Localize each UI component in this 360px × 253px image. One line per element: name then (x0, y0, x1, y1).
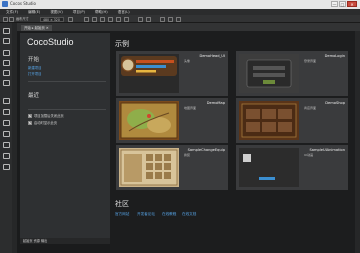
distribute-h-icon[interactable] (138, 16, 143, 22)
community-link-docs[interactable]: 在线文档 (182, 212, 196, 217)
check-icon: ✓ (28, 120, 32, 125)
head-ui-thumbnail-icon (121, 56, 177, 76)
title-bar: Cocos Studio — □ ✕ (0, 0, 360, 9)
example-name: DemoLogin (324, 54, 345, 58)
align-left-icon[interactable] (84, 16, 89, 22)
example-name: SampleUIAnimation (309, 148, 346, 152)
distribute-v-icon[interactable] (146, 16, 151, 22)
text-icon[interactable] (3, 98, 10, 104)
example-card[interactable]: SampleChangeEquip 换装 (116, 145, 228, 190)
divider (28, 81, 106, 82)
align-top-icon[interactable] (108, 16, 113, 22)
example-thumbnail (119, 54, 179, 93)
undo-icon[interactable] (68, 16, 73, 22)
show-on-start-checkbox[interactable]: ✓ 启动时显示此页 (28, 120, 57, 125)
login-thumbnail-icon (246, 59, 292, 88)
examples-area: 示例 DemoHead_UI 头像 DemoLogin 登录界面 DemoMap… (110, 31, 360, 253)
window-title: Cocos Studio (10, 1, 36, 6)
publish-icon[interactable] (168, 16, 173, 22)
example-thumbnail (239, 54, 299, 93)
example-card[interactable]: SampleUIAnimation UI动画 (236, 145, 348, 190)
change-equip-thumbnail-icon (120, 149, 178, 186)
grid-icon[interactable] (3, 142, 10, 148)
new-file-icon[interactable] (3, 16, 8, 22)
resolution-value: 480 × 320 (43, 17, 60, 22)
example-card[interactable]: DemoShop 商店界面 (236, 98, 348, 143)
strip-tab[interactable] (12, 23, 17, 253)
shop-thumbnail-icon (241, 103, 297, 138)
close-after-load-checkbox[interactable]: ✓ 项目加载后关闭此页 (28, 113, 64, 118)
left-tool-strip (0, 23, 17, 253)
app-icon (2, 1, 8, 7)
example-desc: 头像 (184, 59, 191, 63)
refresh-icon[interactable] (3, 80, 10, 86)
cocostudio-logo: CocoStudio (27, 37, 74, 47)
resolution-label: 画布尺寸 (16, 16, 29, 21)
tab-start-page[interactable]: 开始 ▸ 起始页 ✕ (21, 24, 52, 31)
example-desc: UI动画 (304, 153, 314, 157)
example-card[interactable]: DemoHead_UI 头像 (116, 51, 228, 96)
align-center-icon[interactable] (92, 16, 97, 22)
label-icon[interactable] (3, 109, 10, 115)
show-on-start-label: 启动时显示此页 (34, 121, 58, 125)
close-after-load-label: 项目加载后关闭此页 (34, 114, 64, 118)
document-tabs: 开始 ▸ 起始页 ✕ (17, 23, 360, 31)
open-file-icon[interactable] (9, 16, 14, 22)
example-name: DemoMap (206, 101, 225, 105)
close-button[interactable]: ✕ (347, 1, 357, 7)
diamond-icon[interactable] (3, 164, 10, 170)
open-heading: 开始 (28, 57, 40, 63)
align-middle-icon[interactable] (116, 16, 121, 22)
example-card[interactable]: DemoMap 地图界面 (116, 98, 228, 143)
tag-icon[interactable] (3, 70, 10, 76)
example-card[interactable]: DemoLogin 登录界面 (236, 51, 348, 96)
example-thumbnail (119, 101, 179, 140)
maximize-button[interactable]: □ (339, 1, 346, 7)
start-panel: CocoStudio 开始 新建项目 打开项目 最近 ✓ 项目加载后关闭此页 ✓ 启… (20, 33, 110, 238)
example-desc: 换装 (184, 153, 191, 157)
example-desc: 地图界面 (184, 106, 197, 110)
toolbar: 画布尺寸 480 × 320 (0, 15, 360, 23)
recent-heading: 最近 (28, 93, 40, 99)
check-icon: ✓ (28, 113, 32, 118)
community-link-forum[interactable]: 开发者论坛 (137, 212, 155, 217)
image-icon[interactable] (3, 38, 10, 44)
example-name: SampleChangeEquip (187, 148, 225, 152)
play-icon[interactable] (160, 16, 165, 22)
divider (28, 109, 106, 110)
resolution-field[interactable]: 480 × 320 (40, 16, 64, 22)
new-project-link[interactable]: 新建项目 (28, 65, 42, 70)
open-project-link[interactable]: 打开项目 (28, 71, 42, 76)
community-link-website[interactable]: 官方网站 (115, 212, 129, 217)
examples-heading: 示例 (115, 40, 129, 48)
checkbox-icon[interactable] (3, 50, 10, 56)
list-icon[interactable] (3, 120, 10, 126)
minimize-button[interactable]: — (331, 1, 338, 7)
scrollbar[interactable] (355, 31, 360, 253)
example-thumbnail (239, 148, 299, 187)
example-name: DemoHead_UI (199, 54, 225, 58)
settings-icon[interactable] (176, 16, 181, 22)
example-desc: 商店界面 (304, 106, 317, 110)
community-link-tutorial[interactable]: 在线教程 (162, 212, 176, 217)
bottom-panel-tabs[interactable]: 起始页 资源 输出 (20, 238, 110, 244)
example-desc: 登录界面 (304, 59, 317, 63)
community-heading: 社区 (115, 200, 129, 208)
ui-animation-thumbnail-icon (243, 154, 275, 180)
align-right-icon[interactable] (100, 16, 105, 22)
layers-icon[interactable] (3, 131, 10, 137)
file-icon[interactable] (3, 28, 10, 34)
align-bottom-icon[interactable] (124, 16, 129, 22)
stack-icon[interactable] (3, 153, 10, 159)
example-name: DemoShop (325, 101, 345, 105)
layout-icon[interactable] (3, 60, 10, 66)
example-thumbnail (239, 101, 299, 140)
map-thumbnail-icon (120, 102, 178, 139)
example-thumbnail (119, 148, 179, 187)
